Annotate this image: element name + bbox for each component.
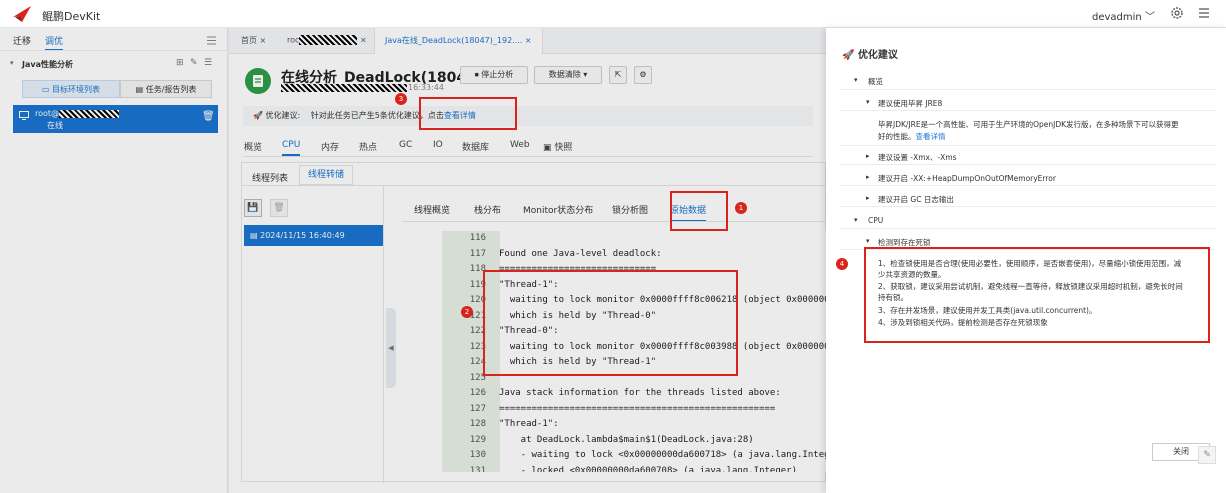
annotation-box-advice [864, 247, 1210, 343]
fullscreen-icon[interactable] [1197, 6, 1211, 20]
divider [840, 145, 1215, 146]
user-menu[interactable]: devadmin ﹀ [1092, 8, 1155, 23]
divider [840, 228, 1215, 229]
caret-down-icon[interactable]: ▾ [854, 216, 858, 224]
annotation-box-view-details [419, 97, 517, 130]
top-bar: 鲲鹏DevKit devadmin ﹀ [0, 0, 1226, 28]
annotation-number: 2 [461, 306, 473, 318]
annotation-box-deadlock [483, 270, 738, 376]
group-cpu[interactable]: CPU [868, 216, 883, 225]
username: devadmin [1092, 12, 1142, 23]
caret-right-icon[interactable]: ▸ [866, 194, 870, 202]
drawer-title: 🚀 优化建议 [842, 46, 898, 61]
divider [840, 110, 1215, 111]
gear-icon[interactable] [1170, 6, 1184, 20]
jre8-details-link[interactable]: 查看详情 [916, 132, 946, 141]
caret-right-icon[interactable]: ▸ [866, 173, 870, 181]
app-name: 鲲鹏DevKit [42, 10, 101, 23]
advice-jre8-desc-2-text: 好的性能。 [878, 132, 916, 141]
chevron-down-icon: ﹀ [1144, 12, 1155, 23]
annotation-number: 3 [395, 93, 407, 105]
advice-gc-log[interactable]: 建议开启 GC 日志输出 [878, 194, 954, 205]
rocket-icon: 🚀 [842, 50, 855, 61]
caret-right-icon[interactable]: ▸ [866, 152, 870, 160]
feedback-icon[interactable]: ✎ [1198, 446, 1216, 464]
advice-xmx-xms[interactable]: 建议设置 -Xmx、-Xms [878, 152, 957, 163]
advice-jre8-desc-1: 毕昇JDK/JRE是一个高性能、可用于生产环境的OpenJDK发行版，在多种场景… [878, 120, 1179, 129]
drawer-title-text: 优化建议 [857, 50, 898, 61]
annotation-number: 1 [735, 202, 747, 214]
divider [840, 89, 1215, 90]
caret-down-icon[interactable]: ▾ [866, 237, 870, 245]
divider [840, 206, 1215, 207]
annotation-box-raw-data [670, 191, 728, 231]
modal-overlay [0, 28, 826, 493]
caret-down-icon[interactable]: ▾ [866, 98, 870, 106]
annotation-number: 4 [836, 258, 848, 270]
group-overview[interactable]: 概览 [868, 76, 883, 87]
advice-use-jre8[interactable]: 建议使用毕昇 JRE8 [878, 98, 942, 109]
advice-jre8-desc-2: 好的性能。查看详情 [878, 131, 946, 142]
caret-down-icon[interactable]: ▾ [854, 76, 858, 84]
advice-heapdump[interactable]: 建议开启 -XX:+HeapDumpOnOutOfMemoryError [878, 173, 1056, 184]
kunpeng-logo-icon [13, 6, 31, 22]
divider [840, 185, 1215, 186]
divider [840, 164, 1215, 165]
